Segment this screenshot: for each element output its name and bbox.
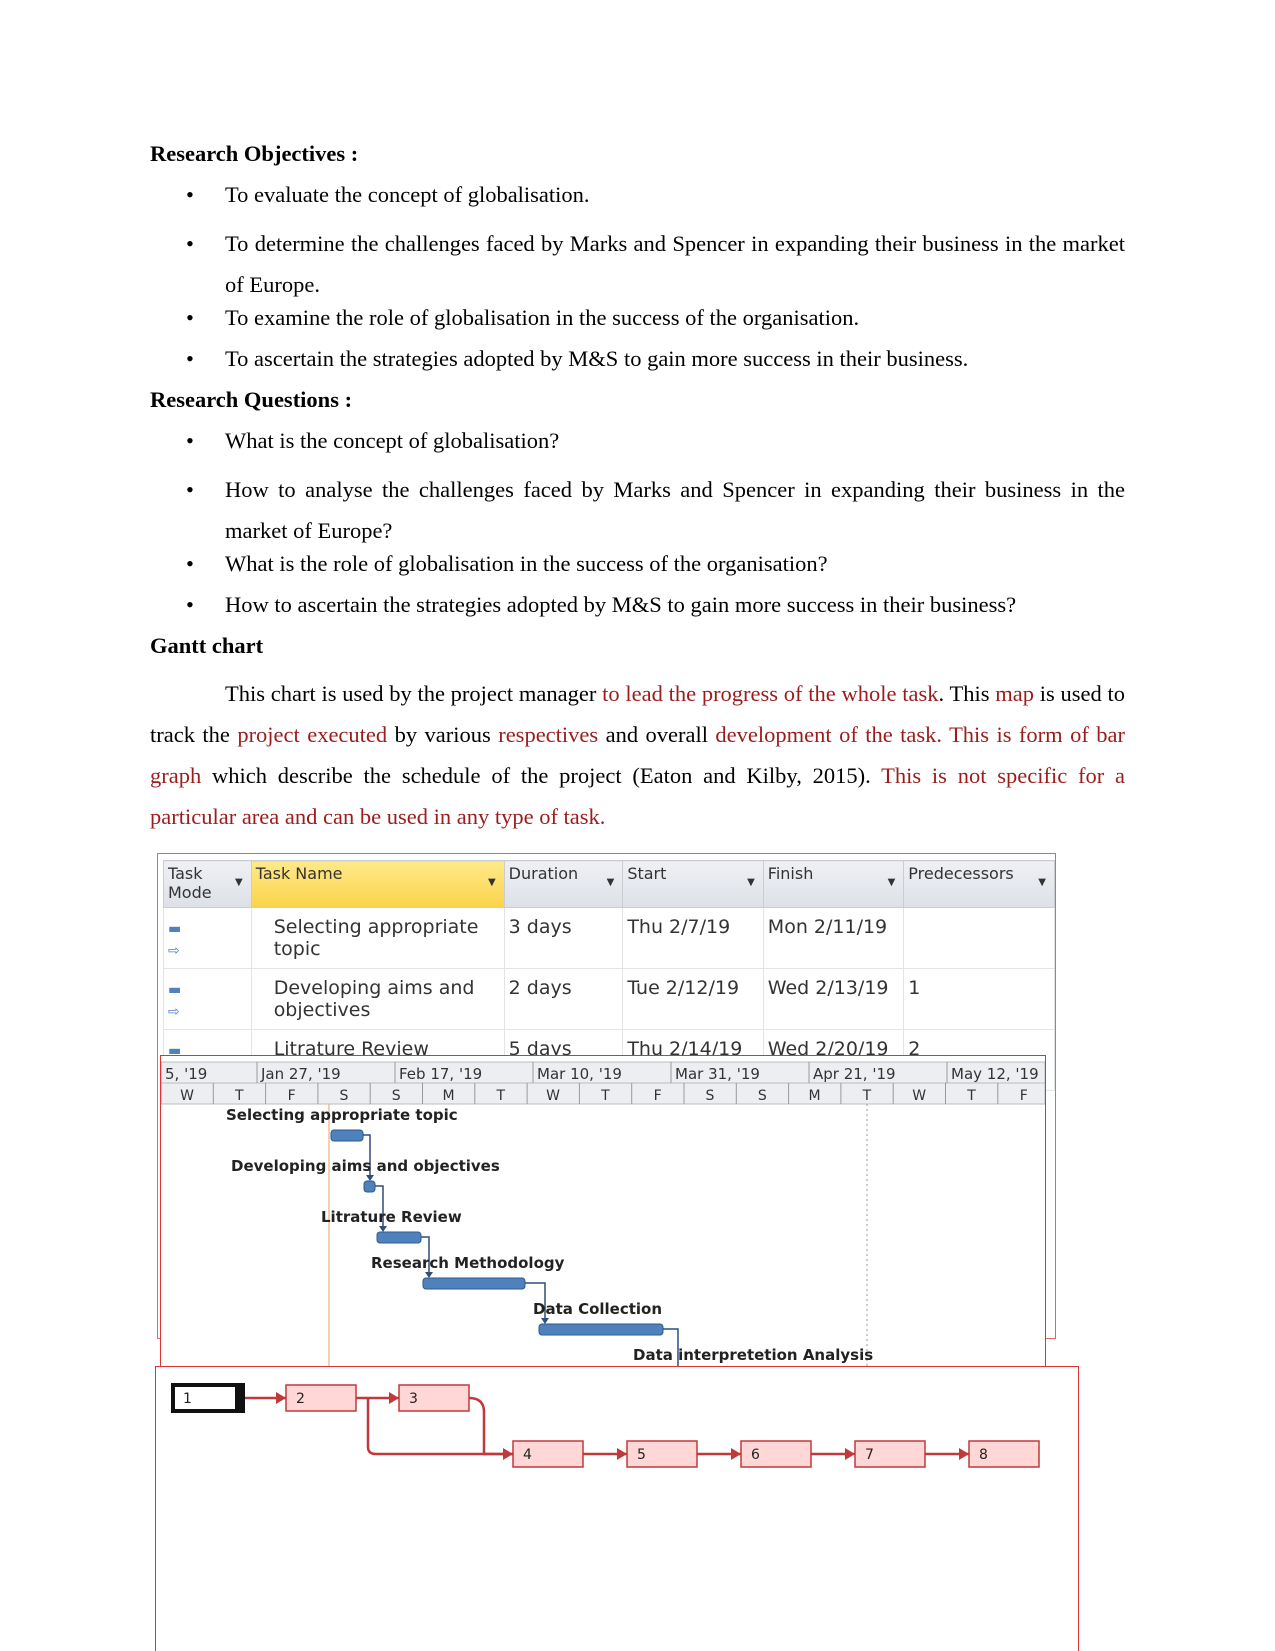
minor-tick-label: T: [600, 1088, 610, 1104]
network-node-label: 6: [751, 1447, 760, 1463]
network-node-label: 2: [296, 1391, 305, 1407]
start: Thu 2/7/19: [622, 907, 764, 969]
arrow-head: [503, 1448, 513, 1460]
major-tick-label: Feb 17, '19: [399, 1065, 482, 1083]
arrow-head: [541, 1318, 549, 1324]
gantt-bar: [363, 1180, 376, 1193]
minor-tick-label: T: [862, 1088, 872, 1104]
gantt-bar: [376, 1231, 422, 1244]
network-diagram: 1 2 3 4 5 6 7 8: [155, 1366, 1079, 1651]
arrow-head: [276, 1392, 286, 1404]
minor-tick-label: M: [809, 1088, 821, 1104]
document-page: Research Objectives : • To evaluate the c…: [0, 0, 1275, 1651]
minor-tick-label: F: [1020, 1088, 1028, 1104]
objectives-heading: Research Objectives :: [150, 141, 359, 166]
task-name: Selecting appropriate topic: [250, 907, 505, 969]
gantt-paragraph: This chart is used by the project manage…: [150, 681, 1126, 829]
network-diagram-svg: 1 2 3 4 5 6 7 8: [171, 1383, 1040, 1468]
node-marker: [235, 1385, 243, 1411]
major-tick-label: Apr 21, '19: [813, 1065, 896, 1083]
task-mode-icon: ▬⇨: [163, 907, 252, 969]
task-name: Developing aims and objectives: [250, 968, 505, 1030]
minor-tick-label: S: [758, 1088, 767, 1104]
gantt-bar: [330, 1129, 364, 1142]
question-item: • What is the role of globalisation in th…: [186, 551, 828, 576]
arrow-head: [617, 1448, 627, 1460]
arrow-head: [389, 1392, 399, 1404]
col-start[interactable]: Start ▼: [622, 860, 764, 908]
arrow-head: [366, 1175, 374, 1181]
major-tick-label: 5, '19: [165, 1065, 207, 1083]
minor-tick-label: T: [496, 1088, 506, 1104]
question-item: • What is the concept of globalisation?: [186, 428, 560, 453]
gantt-bar: [538, 1323, 664, 1336]
gantt-bar: [422, 1277, 526, 1290]
predecessors: 1: [903, 968, 1055, 1030]
objective-item: • To evaluate the concept of globalisatio…: [186, 182, 590, 207]
gantt-task-label: Research Methodology: [371, 1254, 565, 1272]
major-tick-label: Mar 31, '19: [675, 1065, 760, 1083]
minor-tick-label: W: [180, 1088, 194, 1104]
minor-tick-label: W: [546, 1088, 560, 1104]
arrow-head: [959, 1448, 969, 1460]
network-node-label: 7: [865, 1447, 874, 1463]
network-node-label: 4: [523, 1447, 532, 1463]
duration: 3 days: [503, 907, 624, 969]
major-tick-label: Jan 27, '19: [260, 1065, 341, 1083]
finish: Mon 2/11/19: [762, 907, 905, 969]
gantt-task-label: Litrature Review: [321, 1208, 462, 1226]
question-item: • How to analyse the challenges faced by …: [186, 477, 1125, 543]
objective-item: • To determine the challenges faced by Ma…: [186, 231, 1125, 297]
minor-tick-label: T: [234, 1088, 244, 1104]
network-node-label: 3: [409, 1391, 418, 1407]
duration: 2 days: [503, 968, 624, 1030]
minor-tick-label: S: [706, 1088, 715, 1104]
objective-item: • To examine the role of globalisation in…: [186, 305, 860, 330]
gantt-task-label: Developing aims and objectives: [231, 1157, 500, 1175]
start: Tue 2/12/19: [622, 968, 764, 1030]
gantt-heading: Gantt chart: [150, 633, 264, 658]
gantt-chart-image: 5, '19 Jan 27, '19 Feb 17, '19 Mar 10, '19 M…: [160, 1055, 1046, 1366]
gantt-task-label: Data interpretetion Analysis: [633, 1346, 873, 1364]
col-task-mode[interactable]: Task Mode ▼: [163, 860, 252, 908]
major-tick-label: May 12, '19: [951, 1065, 1039, 1083]
minor-tick-label: F: [288, 1088, 296, 1104]
finish: Wed 2/13/19: [762, 968, 905, 1030]
questions-heading: Research Questions :: [150, 387, 353, 412]
objective-item: • To ascertain the strategies adopted by …: [186, 346, 969, 371]
col-finish[interactable]: Finish ▼: [762, 860, 905, 908]
arrow-head: [425, 1272, 433, 1278]
network-node-label: 8: [979, 1447, 988, 1463]
table-row[interactable]: ▬ ⇨ Developing aims and objectives 2 days…: [163, 968, 1055, 1030]
question-item: • How to ascertain the strategies adopted…: [186, 592, 1017, 617]
gantt-task-label: Data Collection: [533, 1300, 662, 1318]
arrow-head: [379, 1226, 387, 1232]
col-task-name[interactable]: Task Name ▼: [250, 860, 505, 908]
minor-tick-label: W: [912, 1088, 926, 1104]
network-arrow: [468, 1396, 513, 1456]
arrow-head: [845, 1448, 855, 1460]
minor-tick-label: S: [392, 1088, 401, 1104]
major-tick-label: Mar 10, '19: [537, 1065, 622, 1083]
minor-tick-label: S: [339, 1088, 348, 1104]
arrow-head: [731, 1448, 741, 1460]
minor-tick-label: F: [654, 1088, 662, 1104]
col-predecessors[interactable]: Predecessors ▼: [903, 860, 1055, 908]
network-node-label: 5: [637, 1447, 646, 1463]
gantt-chart: 5, '19 Jan 27, '19 Feb 17, '19 Mar 10, '19 M…: [160, 1061, 1046, 1366]
gantt-task-label: Selecting appropriate topic: [226, 1106, 458, 1124]
minor-tick-label: M: [442, 1088, 454, 1104]
task-mode-icon: ▬⇨: [163, 968, 252, 1030]
minor-tick-label: T: [966, 1088, 976, 1104]
predecessors: [903, 907, 1055, 969]
network-node-label: 1: [183, 1391, 192, 1407]
col-duration[interactable]: Duration ▼: [503, 860, 624, 908]
table-row[interactable]: ▬ ⇨ Selecting appropriate topic 3 days Th…: [163, 907, 1055, 969]
